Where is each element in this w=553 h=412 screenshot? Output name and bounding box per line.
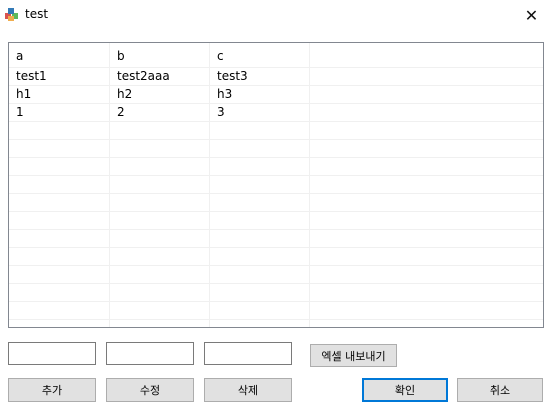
- empty-table-cell: [110, 320, 210, 327]
- empty-table-cell: [9, 266, 110, 283]
- empty-table-cell: [210, 176, 310, 193]
- empty-table-cell: [210, 320, 310, 327]
- edit-button[interactable]: 수정: [106, 378, 194, 402]
- table-row[interactable]: h1 h2 h3: [9, 86, 543, 104]
- cancel-button[interactable]: 취소: [457, 378, 543, 402]
- column-header-b[interactable]: b: [110, 43, 210, 67]
- empty-table-cell: [110, 266, 210, 283]
- empty-table-cell: [210, 194, 310, 211]
- table-cell[interactable]: test1: [9, 68, 110, 85]
- close-button[interactable]: ✕: [510, 0, 553, 30]
- table-cell[interactable]: test3: [210, 68, 310, 85]
- empty-table-cell: [110, 212, 210, 229]
- table-cell[interactable]: test2aaa: [110, 68, 210, 85]
- empty-table-cell: [110, 122, 210, 139]
- empty-table-row: [9, 176, 543, 194]
- empty-table-row: [9, 302, 543, 320]
- empty-table-cell: [110, 248, 210, 265]
- empty-table-cell: [110, 230, 210, 247]
- empty-table-cell: [210, 248, 310, 265]
- empty-table-cell: [110, 194, 210, 211]
- empty-table-cell: [9, 320, 110, 327]
- empty-table-cell: [210, 284, 310, 301]
- column-header-c[interactable]: c: [210, 43, 310, 67]
- table-cell[interactable]: 1: [9, 104, 110, 121]
- table-row[interactable]: test1 test2aaa test3: [9, 68, 543, 86]
- close-icon: ✕: [524, 5, 539, 25]
- empty-table-cell: [110, 284, 210, 301]
- empty-table-row: [9, 248, 543, 266]
- table-cell[interactable]: h1: [9, 86, 110, 103]
- empty-table-cell: [9, 176, 110, 193]
- window-title: test: [25, 7, 49, 21]
- delete-button[interactable]: 삭제: [204, 378, 292, 402]
- empty-table-cell: [210, 140, 310, 157]
- empty-table-cell: [210, 266, 310, 283]
- empty-table-cell: [110, 158, 210, 175]
- empty-table-row: [9, 266, 543, 284]
- empty-table-cell: [210, 212, 310, 229]
- title-bar: test ✕: [0, 0, 553, 30]
- table-cell[interactable]: 2: [110, 104, 210, 121]
- empty-table-cell: [110, 302, 210, 319]
- empty-table-row: [9, 212, 543, 230]
- empty-table-cell: [9, 248, 110, 265]
- empty-table-cell: [9, 122, 110, 139]
- column-header-a[interactable]: a: [9, 43, 110, 67]
- empty-table-cell: [110, 140, 210, 157]
- empty-table-cell: [110, 176, 210, 193]
- table-cell[interactable]: h2: [110, 86, 210, 103]
- data-grid[interactable]: a b c test1 test2aaa test3 h1 h2 h3 1 2 …: [8, 42, 544, 328]
- empty-table-row: [9, 194, 543, 212]
- empty-table-row: [9, 158, 543, 176]
- empty-table-cell: [9, 158, 110, 175]
- empty-table-cell: [9, 212, 110, 229]
- grid-header-row: a b c: [9, 43, 543, 68]
- empty-table-row: [9, 284, 543, 302]
- ok-button[interactable]: 확인: [362, 378, 448, 402]
- export-excel-button[interactable]: 엑셀 내보내기: [310, 344, 397, 367]
- input-field-3[interactable]: [204, 342, 292, 365]
- empty-table-cell: [9, 284, 110, 301]
- table-cell[interactable]: h3: [210, 86, 310, 103]
- empty-table-row: [9, 230, 543, 248]
- empty-table-row: [9, 122, 543, 140]
- add-button[interactable]: 추가: [8, 378, 96, 402]
- input-field-1[interactable]: [8, 342, 96, 365]
- empty-table-row: [9, 320, 543, 327]
- empty-table-cell: [210, 158, 310, 175]
- empty-table-cell: [210, 230, 310, 247]
- input-field-2[interactable]: [106, 342, 194, 365]
- empty-table-cell: [9, 230, 110, 247]
- empty-table-row: [9, 140, 543, 158]
- empty-table-cell: [9, 140, 110, 157]
- app-icon: [5, 8, 18, 21]
- empty-table-cell: [9, 302, 110, 319]
- empty-table-cell: [210, 122, 310, 139]
- empty-table-cell: [9, 194, 110, 211]
- empty-table-cell: [210, 302, 310, 319]
- table-row[interactable]: 1 2 3: [9, 104, 543, 122]
- table-cell[interactable]: 3: [210, 104, 310, 121]
